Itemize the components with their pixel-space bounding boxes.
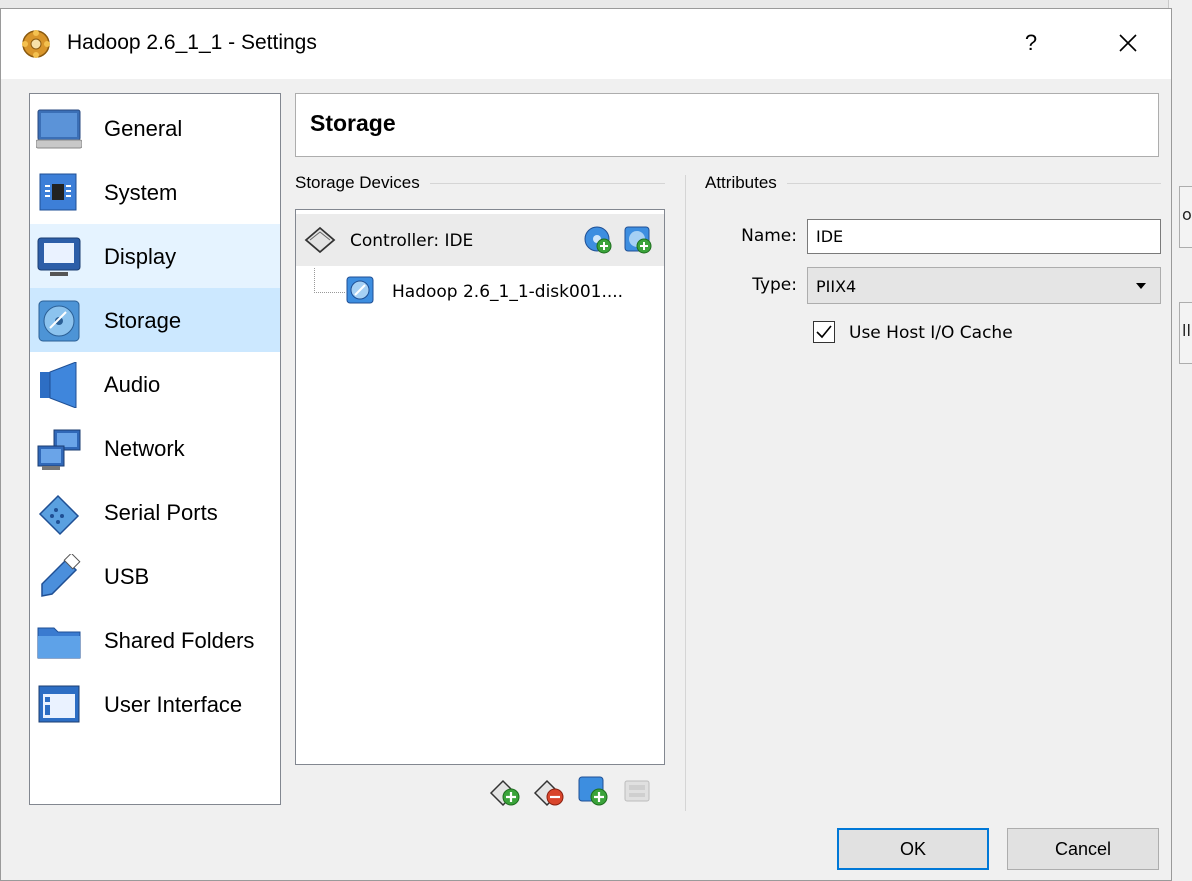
close-icon xyxy=(1119,34,1137,52)
sidebar-item-label: User Interface xyxy=(104,692,243,717)
host-cache-label[interactable]: Use Host I/O Cache xyxy=(849,323,1013,343)
shared-folder-icon xyxy=(37,627,81,659)
sidebar-item-label: Network xyxy=(104,436,185,461)
chevron-down-icon xyxy=(1136,283,1146,289)
sidebar-item-label: USB xyxy=(104,564,150,589)
sidebar-item-label: Shared Folders xyxy=(104,628,255,653)
sidebar-item-label: Serial Ports xyxy=(104,500,218,525)
display-screen-icon xyxy=(37,237,81,276)
add-controller-icon[interactable] xyxy=(489,775,521,807)
host-cache-checkbox[interactable] xyxy=(813,321,835,343)
sidebar-item-user-interface[interactable]: User Interface xyxy=(30,672,280,736)
sidebar-item-audio[interactable]: Audio xyxy=(30,352,280,416)
sidebar-item-network[interactable]: Network xyxy=(30,416,280,480)
attributes-label: Attributes xyxy=(705,173,787,193)
help-button[interactable]: ? xyxy=(1011,23,1051,63)
virtualbox-settings-icon xyxy=(22,30,50,58)
background-text: ll xyxy=(1182,321,1191,340)
sidebar-item-display[interactable]: Display xyxy=(30,224,280,288)
remove-controller-icon[interactable] xyxy=(533,775,565,807)
audio-speaker-icon xyxy=(40,362,77,408)
sidebar-item-label: Storage xyxy=(104,308,182,333)
name-label: Name: xyxy=(741,226,797,246)
sidebar-item-label: Display xyxy=(104,244,177,269)
page-header: Storage xyxy=(295,93,1159,157)
ok-button[interactable]: OK xyxy=(837,828,989,870)
settings-sidebar: General System Display Storage Audio Net… xyxy=(29,93,281,805)
sidebar-item-system[interactable]: System xyxy=(30,160,280,224)
sidebar-item-label: System xyxy=(104,180,178,205)
sidebar-item-label: General xyxy=(104,116,183,141)
ide-controller-icon xyxy=(304,226,336,254)
usb-icon xyxy=(41,554,81,597)
add-hard-disk-icon[interactable] xyxy=(624,226,652,254)
type-dropdown[interactable]: PIIX4 xyxy=(807,267,1161,304)
network-icon xyxy=(37,429,81,470)
page-title: Storage xyxy=(310,110,396,136)
tree-connector xyxy=(314,268,345,293)
tree-row-disk[interactable]: Hadoop 2.6_1_1-disk001.... xyxy=(392,282,623,302)
settings-dialog: Hadoop 2.6_1_1 - Settings ? General Syst… xyxy=(0,8,1172,881)
sidebar-item-usb[interactable]: USB xyxy=(30,544,280,608)
general-monitor-icon xyxy=(36,109,82,149)
sidebar-item-general[interactable]: General xyxy=(30,96,280,160)
panel-separator xyxy=(685,175,686,811)
tree-row-controller[interactable]: Controller: IDE xyxy=(296,214,664,266)
name-field[interactable] xyxy=(807,219,1161,254)
storage-disk-icon xyxy=(38,300,80,342)
storage-tree[interactable]: Controller: IDE Hadoop 2.6_1_1-disk001..… xyxy=(295,209,665,765)
type-selected-value: PIIX4 xyxy=(816,277,857,296)
sidebar-item-shared-folders[interactable]: Shared Folders xyxy=(30,608,280,672)
system-chip-icon xyxy=(39,173,77,211)
background-button: ll xyxy=(1179,302,1192,364)
window-title: Hadoop 2.6_1_1 - Settings xyxy=(67,31,317,54)
hard-disk-icon xyxy=(346,276,374,304)
checkmark-icon xyxy=(816,325,832,339)
add-optical-drive-icon[interactable] xyxy=(584,226,612,254)
sidebar-item-label: Audio xyxy=(104,372,161,397)
background-button: ov xyxy=(1179,186,1192,248)
close-button[interactable] xyxy=(1106,23,1150,63)
user-interface-icon xyxy=(38,685,80,723)
add-attachment-icon[interactable] xyxy=(577,775,609,807)
cancel-button[interactable]: Cancel xyxy=(1007,828,1159,870)
background-text: ov xyxy=(1182,205,1192,224)
sidebar-item-storage[interactable]: Storage xyxy=(30,288,280,352)
controller-label: Controller: IDE xyxy=(350,231,474,251)
serial-port-icon xyxy=(38,494,80,536)
type-label: Type: xyxy=(752,275,797,295)
storage-devices-label: Storage Devices xyxy=(295,173,430,193)
title-bar[interactable]: Hadoop 2.6_1_1 - Settings ? xyxy=(1,9,1171,79)
sidebar-item-serial-ports[interactable]: Serial Ports xyxy=(30,480,280,544)
remove-attachment-icon xyxy=(624,780,650,802)
